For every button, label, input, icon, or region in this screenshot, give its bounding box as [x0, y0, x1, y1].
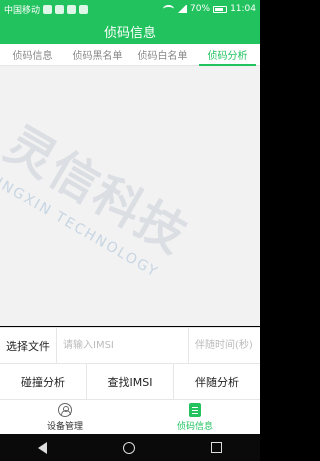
- follow-time-input[interactable]: [188, 328, 260, 363]
- imsi-input[interactable]: [57, 328, 188, 363]
- recent-apps-icon[interactable]: [211, 442, 222, 453]
- battery-percent: 70%: [190, 4, 211, 14]
- status-bar: 中国移动 70% 11:04: [0, 0, 260, 18]
- bottom-nav: 设备管理 侦码信息: [0, 399, 260, 434]
- select-file-button[interactable]: 选择文件: [0, 328, 57, 363]
- signal-icon: [177, 5, 188, 13]
- input-row: 选择文件: [0, 327, 260, 363]
- tab-info[interactable]: 侦码信息: [0, 44, 65, 65]
- mail-notification-icon: [79, 4, 89, 14]
- home-icon[interactable]: [123, 441, 135, 454]
- nav-code-info[interactable]: 侦码信息: [130, 400, 260, 434]
- chat-notification-icon: [67, 4, 77, 14]
- carrier-label: 中国移动: [4, 5, 41, 16]
- person-icon: [58, 402, 72, 417]
- collision-analysis-button[interactable]: 碰撞分析: [0, 364, 87, 399]
- document-icon: [189, 402, 201, 417]
- app-notification-icon: [43, 4, 53, 14]
- tab-bar: 侦码信息 侦码黑名单 侦码白名单 侦码分析: [0, 44, 260, 66]
- tab-blacklist[interactable]: 侦码黑名单: [65, 44, 130, 65]
- message-notification-icon: [55, 4, 65, 14]
- find-imsi-button[interactable]: 查找IMSI: [87, 364, 174, 399]
- tab-analysis[interactable]: 侦码分析: [195, 44, 260, 66]
- system-nav-bar: [0, 434, 260, 461]
- back-icon[interactable]: [38, 441, 47, 454]
- wifi-icon: [163, 5, 175, 13]
- nav-device-management[interactable]: 设备管理: [0, 400, 130, 434]
- nav-info-label: 侦码信息: [176, 421, 213, 432]
- watermark: 灵信科技 LINGXIN TECHNOLOGY: [0, 106, 229, 326]
- page-title: 侦码信息: [0, 18, 260, 44]
- action-row: 碰撞分析 查找IMSI 伴随分析: [0, 363, 260, 399]
- analysis-content-area: 灵信科技 LINGXIN TECHNOLOGY: [0, 66, 260, 326]
- watermark-main: 灵信科技: [0, 116, 198, 265]
- follow-analysis-button[interactable]: 伴随分析: [174, 364, 260, 399]
- nav-device-label: 设备管理: [46, 421, 83, 432]
- tab-whitelist[interactable]: 侦码白名单: [130, 44, 195, 65]
- watermark-sub: LINGXIN TECHNOLOGY: [0, 170, 162, 281]
- clock: 11:04: [230, 4, 256, 14]
- battery-icon: [213, 5, 228, 13]
